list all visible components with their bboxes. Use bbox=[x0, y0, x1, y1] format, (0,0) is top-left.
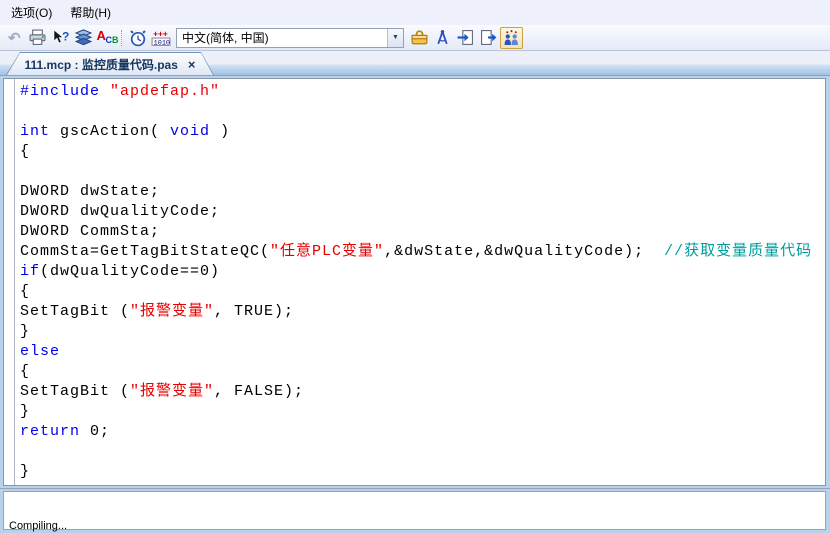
clock-icon bbox=[129, 29, 147, 47]
code-line: int gscAction( void ) bbox=[20, 122, 825, 142]
menu-help[interactable]: 帮助(H) bbox=[61, 0, 120, 25]
menu-bar: 选项(O) 帮助(H) bbox=[0, 0, 830, 25]
import-button[interactable] bbox=[454, 27, 477, 49]
code-line: else bbox=[20, 342, 825, 362]
code-line: SetTagBit ("报警变量", TRUE); bbox=[20, 302, 825, 322]
code-line: { bbox=[20, 282, 825, 302]
svg-text:?: ? bbox=[62, 30, 69, 44]
users-button[interactable] bbox=[500, 27, 523, 49]
code-area[interactable]: #include "apdefap.h" int gscAction( void… bbox=[20, 82, 825, 485]
help-pointer-button[interactable]: ? bbox=[49, 27, 72, 49]
undo-icon: ↷ bbox=[8, 29, 21, 47]
code-line: if(dwQualityCode==0) bbox=[20, 262, 825, 282]
code-line: { bbox=[20, 362, 825, 382]
code-line: CommSta=GetTagBitStateQC("任意PLC变量",&dwSt… bbox=[20, 242, 825, 262]
code-line bbox=[20, 162, 825, 182]
code-line: return 0; bbox=[20, 422, 825, 442]
code-line: } bbox=[20, 462, 825, 482]
tab-document[interactable]: 111.mcp : 监控质量代码.pas × bbox=[6, 52, 214, 75]
help-pointer-icon: ? bbox=[52, 29, 70, 46]
menu-options[interactable]: 选项(O) bbox=[2, 0, 61, 25]
compass-icon bbox=[434, 29, 451, 46]
tag-counter-button[interactable]: +++ 1010 bbox=[149, 27, 172, 49]
svg-text:+++: +++ bbox=[153, 29, 168, 38]
svg-text:1010: 1010 bbox=[153, 39, 169, 46]
gutter-divider bbox=[14, 79, 15, 485]
output-frame: Compiling... 0 Error(s), 0 Warning(s) bbox=[0, 488, 830, 533]
code-line: DWORD dwQualityCode; bbox=[20, 202, 825, 222]
font-style-button[interactable]: A CB bbox=[95, 27, 118, 49]
export-button[interactable] bbox=[477, 27, 500, 49]
undo-button[interactable]: ↷ bbox=[3, 27, 26, 49]
toolbar: ↷ ? A CB bbox=[0, 25, 830, 51]
tab-close-icon[interactable]: × bbox=[188, 57, 196, 72]
timer-button[interactable] bbox=[126, 27, 149, 49]
print-button[interactable] bbox=[26, 27, 49, 49]
code-line: SetTagBit ("报警变量", FALSE); bbox=[20, 382, 825, 402]
code-line: } bbox=[20, 322, 825, 342]
code-line: DWORD dwState; bbox=[20, 182, 825, 202]
code-line bbox=[20, 102, 825, 122]
compile-status-line: Compiling... bbox=[9, 520, 820, 533]
users-icon bbox=[503, 29, 520, 46]
code-line: { bbox=[20, 142, 825, 162]
import-icon bbox=[457, 29, 474, 46]
tab-bar: 111.mcp : 监控质量代码.pas × bbox=[0, 51, 830, 76]
print-icon bbox=[29, 29, 46, 46]
font-abc-icon: A CB bbox=[97, 29, 117, 47]
code-editor[interactable]: #include "apdefap.h" int gscAction( void… bbox=[3, 78, 826, 486]
code-line bbox=[20, 442, 825, 462]
compile-layers-icon bbox=[75, 29, 92, 46]
editor-frame: #include "apdefap.h" int gscAction( void… bbox=[0, 76, 830, 488]
dropdown-arrow-icon[interactable]: ▼ bbox=[387, 29, 403, 47]
compile-button[interactable] bbox=[72, 27, 95, 49]
toolbar-separator bbox=[121, 30, 122, 46]
code-line: #include "apdefap.h" bbox=[20, 82, 825, 102]
language-select[interactable]: 中文(简体, 中国) ▼ bbox=[176, 28, 404, 48]
compile-output: Compiling... 0 Error(s), 0 Warning(s) bbox=[3, 491, 826, 530]
folder-icon bbox=[410, 29, 429, 46]
code-line: DWORD CommSta; bbox=[20, 222, 825, 242]
code-line: } bbox=[20, 402, 825, 422]
binary-counter-icon: +++ 1010 bbox=[151, 29, 171, 46]
tools-button[interactable] bbox=[431, 27, 454, 49]
language-select-value: 中文(简体, 中国) bbox=[182, 29, 269, 46]
library-button[interactable] bbox=[408, 27, 431, 49]
tab-title: 111.mcp : 监控质量代码.pas bbox=[25, 56, 178, 73]
export-icon bbox=[480, 29, 497, 46]
